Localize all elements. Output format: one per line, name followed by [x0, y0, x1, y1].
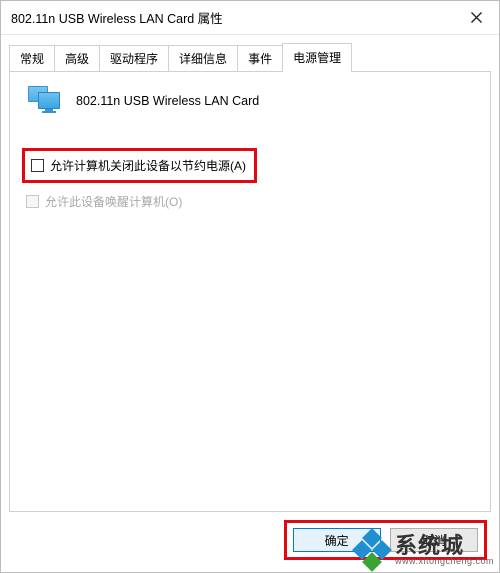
checkbox-wake-label: 允许此设备唤醒计算机(O) — [45, 193, 182, 210]
highlight-ok-button: 确定 取消 — [284, 520, 487, 560]
tab-details[interactable]: 详细信息 — [168, 45, 238, 72]
dialog-footer: 确定 取消 — [1, 520, 499, 572]
window-close-button[interactable] — [453, 1, 499, 34]
title-bar: 802.11n USB Wireless LAN Card 属性 — [1, 1, 499, 35]
checkbox-power-save[interactable]: 允许计算机关闭此设备以节约电源(A) — [31, 157, 246, 174]
device-name-label: 802.11n USB Wireless LAN Card — [76, 94, 259, 108]
tab-power-management[interactable]: 电源管理 — [282, 43, 352, 72]
checkbox-wake: 允许此设备唤醒计算机(O) — [26, 193, 182, 210]
tab-events[interactable]: 事件 — [237, 45, 283, 72]
window-title: 802.11n USB Wireless LAN Card 属性 — [11, 8, 453, 27]
properties-dialog: 802.11n USB Wireless LAN Card 属性 常规 高级 驱… — [0, 0, 500, 573]
ok-button[interactable]: 确定 — [293, 528, 381, 552]
device-header: 802.11n USB Wireless LAN Card — [22, 86, 478, 116]
tabs-bar: 常规 高级 驱动程序 详细信息 事件 电源管理 — [1, 35, 499, 72]
checkbox-icon — [26, 195, 39, 208]
power-management-pane: 802.11n USB Wireless LAN Card 允许计算机关闭此设备… — [9, 72, 491, 512]
checkbox-icon — [31, 159, 44, 172]
tab-advanced[interactable]: 高级 — [54, 45, 100, 72]
cancel-button[interactable]: 取消 — [390, 528, 478, 552]
network-adapter-icon — [28, 86, 64, 116]
tab-general[interactable]: 常规 — [9, 45, 55, 72]
highlight-power-save: 允许计算机关闭此设备以节约电源(A) — [22, 148, 257, 183]
tab-driver[interactable]: 驱动程序 — [99, 45, 169, 72]
close-icon — [471, 12, 482, 23]
checkbox-power-save-label: 允许计算机关闭此设备以节约电源(A) — [50, 157, 246, 174]
